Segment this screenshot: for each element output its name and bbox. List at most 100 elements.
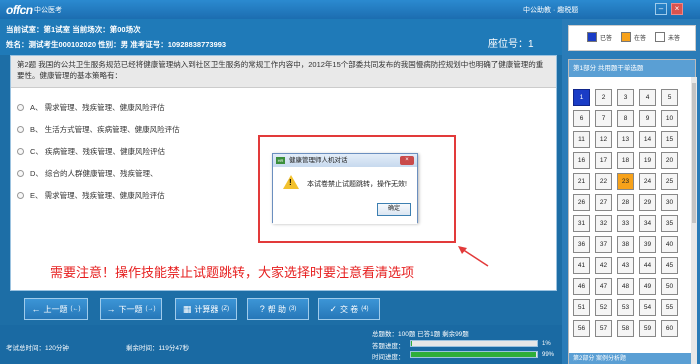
prev-shortcut: (←) bbox=[70, 306, 81, 312]
question-number-cell[interactable]: 30 bbox=[661, 194, 678, 211]
question-number-cell[interactable]: 46 bbox=[573, 278, 590, 295]
arrow-right-icon: → bbox=[106, 304, 116, 314]
question-number-cell[interactable]: 4 bbox=[639, 89, 656, 106]
question-number-cell[interactable]: 11 bbox=[573, 131, 590, 148]
question-number-cell[interactable]: 10 bbox=[661, 110, 678, 127]
question-number-cell[interactable]: 49 bbox=[639, 278, 656, 295]
submit-button[interactable]: ✓ 交 卷 (4) bbox=[318, 298, 380, 320]
answer-progress-bar bbox=[410, 340, 538, 347]
submit-shortcut: (4) bbox=[361, 306, 369, 312]
help-shortcut: (3) bbox=[288, 306, 297, 312]
question-number-cell[interactable]: 9 bbox=[639, 110, 656, 127]
question-number-cell[interactable]: 59 bbox=[639, 320, 656, 337]
question-number-cell[interactable]: 35 bbox=[661, 215, 678, 232]
question-number-cell[interactable]: 6 bbox=[573, 110, 590, 127]
question-number-cell[interactable]: 29 bbox=[639, 194, 656, 211]
question-number-cell[interactable]: 39 bbox=[639, 236, 656, 253]
question-counts: 总题数：100题 已答1题 剩余99题 bbox=[372, 331, 469, 338]
question-number-cell[interactable]: 47 bbox=[595, 278, 612, 295]
checkmark-icon: ✓ bbox=[329, 303, 337, 314]
question-number-cell[interactable]: 53 bbox=[617, 299, 634, 316]
question-number-cell[interactable]: 43 bbox=[617, 257, 634, 274]
help-label: 帮 助 bbox=[267, 304, 286, 314]
legend-flagged: 在答 bbox=[621, 32, 646, 42]
next-shortcut: (→) bbox=[145, 306, 156, 312]
legend-unanswered-label: 未答 bbox=[668, 35, 681, 42]
prev-label: 上一题 bbox=[43, 304, 68, 314]
question-number-cell[interactable]: 56 bbox=[573, 320, 590, 337]
question-number-cell[interactable]: 32 bbox=[595, 215, 612, 232]
question-number-cell[interactable]: 57 bbox=[595, 320, 612, 337]
question-number-cell[interactable]: 12 bbox=[595, 131, 612, 148]
time-progress-bar bbox=[410, 351, 538, 358]
question-number-cell[interactable]: 1 bbox=[573, 89, 590, 106]
status-bar: 考试总时间：120分钟 剩余时间：119分47秒 总题数：100题 已答1题 剩… bbox=[0, 325, 562, 364]
question-number-cell[interactable]: 26 bbox=[573, 194, 590, 211]
question-number-cell[interactable]: 21 bbox=[573, 173, 590, 190]
calculator-button[interactable]: ▦ 计算器 (Z) bbox=[175, 298, 237, 320]
next-label: 下一题 bbox=[118, 304, 143, 314]
question-number-cell[interactable]: 36 bbox=[573, 236, 590, 253]
question-number-cell[interactable]: 38 bbox=[617, 236, 634, 253]
question-number-cell[interactable]: 60 bbox=[661, 320, 678, 337]
next-button[interactable]: → 下一题 (→) bbox=[100, 298, 162, 320]
question-number-cell[interactable]: 19 bbox=[639, 152, 656, 169]
question-number-cell[interactable]: 13 bbox=[617, 131, 634, 148]
time-progress-fill bbox=[411, 352, 536, 357]
answer-progress-pct: 1% bbox=[542, 341, 551, 347]
question-number-cell[interactable]: 54 bbox=[639, 299, 656, 316]
question-number-cell[interactable]: 24 bbox=[639, 173, 656, 190]
question-number-cell[interactable]: 25 bbox=[661, 173, 678, 190]
question-number-cell[interactable]: 27 bbox=[595, 194, 612, 211]
section-2-header[interactable]: 第2部分 案例分析题 bbox=[569, 353, 691, 364]
question-number-cell[interactable]: 41 bbox=[573, 257, 590, 274]
legend: 已答 在答 未答 bbox=[568, 25, 696, 51]
calculator-shortcut: (Z) bbox=[221, 306, 230, 312]
help-button[interactable]: ? 帮 助 (3) bbox=[247, 298, 309, 320]
question-number-cell[interactable]: 37 bbox=[595, 236, 612, 253]
question-number-cell[interactable]: 14 bbox=[639, 131, 656, 148]
legend-unanswered: 未答 bbox=[655, 32, 680, 42]
question-number-cell[interactable]: 34 bbox=[639, 215, 656, 232]
question-number-cell[interactable]: 51 bbox=[573, 299, 590, 316]
question-number-cell[interactable]: 17 bbox=[595, 152, 612, 169]
prev-button[interactable]: ← 上一题 (←) bbox=[24, 298, 88, 320]
question-number-cell[interactable]: 23 bbox=[617, 173, 634, 190]
help-icon: ? bbox=[259, 304, 265, 314]
question-number-cell[interactable]: 50 bbox=[661, 278, 678, 295]
section-1-header[interactable]: 第1部分 共用题干单选题 bbox=[569, 60, 695, 77]
question-number-cell[interactable]: 31 bbox=[573, 215, 590, 232]
question-number-cell[interactable]: 33 bbox=[617, 215, 634, 232]
question-number-cell[interactable]: 3 bbox=[617, 89, 634, 106]
question-number-cell[interactable]: 28 bbox=[617, 194, 634, 211]
scrollbar[interactable] bbox=[691, 77, 697, 364]
submit-label: 交 卷 bbox=[339, 304, 359, 314]
scrollbar-thumb[interactable] bbox=[692, 83, 696, 223]
unanswered-swatch bbox=[655, 32, 665, 42]
question-number-cell[interactable]: 5 bbox=[661, 89, 678, 106]
question-number-cell[interactable]: 55 bbox=[661, 299, 678, 316]
question-number-cell[interactable]: 18 bbox=[617, 152, 634, 169]
question-number-cell[interactable]: 15 bbox=[661, 131, 678, 148]
total-time: 考试总时间：120分钟 bbox=[6, 345, 69, 352]
question-number-cell[interactable]: 7 bbox=[595, 110, 612, 127]
question-grid: 1 2 3 4 5 6 7 8 9 10 11 12 13 14 15 16 17 18 19 20 21 22 23 24 2… bbox=[573, 89, 678, 337]
legend-answered: 已答 bbox=[587, 32, 612, 42]
question-number-cell[interactable]: 20 bbox=[661, 152, 678, 169]
question-number-cell[interactable]: 48 bbox=[617, 278, 634, 295]
question-number-cell[interactable]: 58 bbox=[617, 320, 634, 337]
question-number-cell[interactable]: 40 bbox=[661, 236, 678, 253]
right-panel: 已答 在答 未答 第1部分 共用题干单选题 1 2 3 4 5 6 7 8 9 10 11 12 13 1… bbox=[562, 19, 700, 364]
question-number-cell[interactable]: 45 bbox=[661, 257, 678, 274]
question-number-cell[interactable]: 42 bbox=[595, 257, 612, 274]
question-number-cell[interactable]: 52 bbox=[595, 299, 612, 316]
flagged-swatch bbox=[621, 32, 631, 42]
question-number-cell[interactable]: 8 bbox=[617, 110, 634, 127]
question-number-cell[interactable]: 44 bbox=[639, 257, 656, 274]
arrow-left-icon: ← bbox=[31, 304, 41, 314]
question-number-cell[interactable]: 22 bbox=[595, 173, 612, 190]
question-navigator: 第1部分 共用题干单选题 1 2 3 4 5 6 7 8 9 10 11 12 13 14 15 16 17 18… bbox=[568, 59, 697, 364]
question-number-cell[interactable]: 16 bbox=[573, 152, 590, 169]
question-number-cell[interactable]: 2 bbox=[595, 89, 612, 106]
answer-progress-label: 答题进度： bbox=[372, 343, 405, 350]
